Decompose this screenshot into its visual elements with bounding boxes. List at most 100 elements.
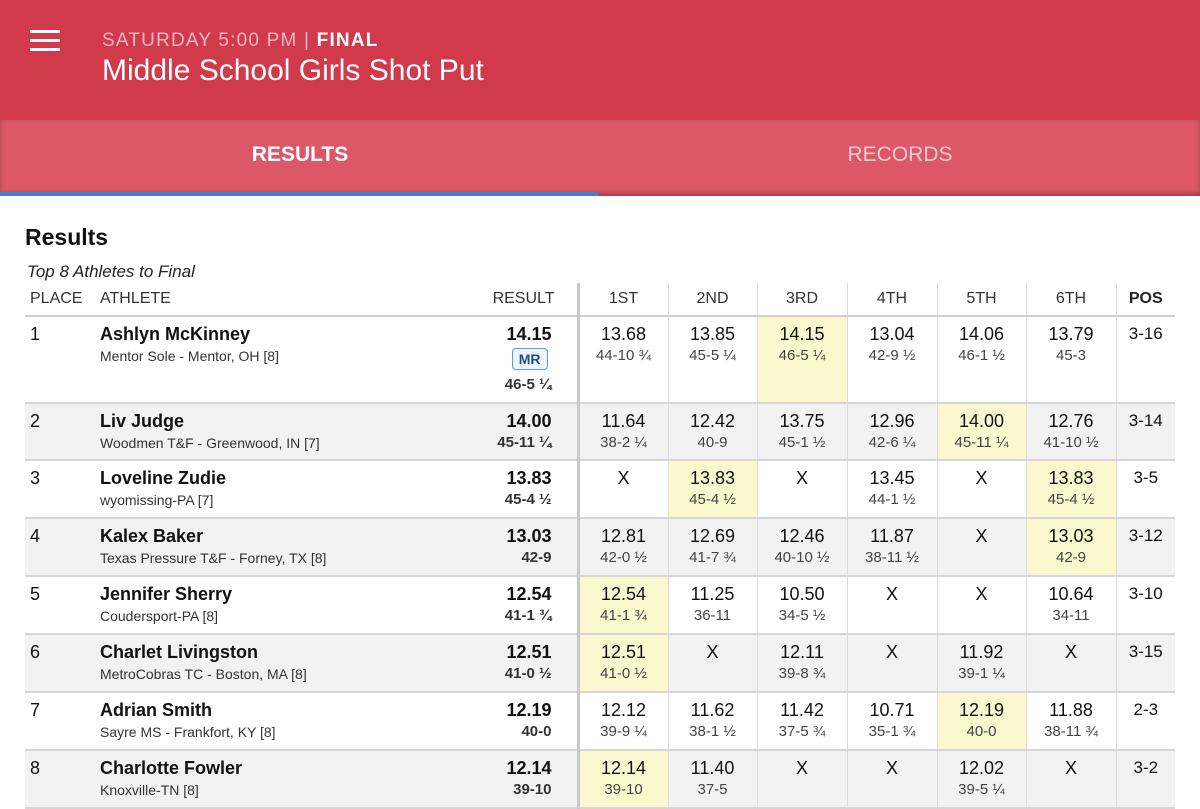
attempt-4-cell: X (846, 576, 937, 635)
attempt-mark: 13.68 (600, 324, 647, 344)
pos-cell: 3-10 (1115, 576, 1175, 635)
table-row[interactable]: 3 Loveline Zudie wyomissing-PA [7] 13.83 45-… (25, 460, 1175, 519)
place-cell: 2 (25, 403, 100, 461)
table-row[interactable]: 2 Liv Judge Woodmen T&F - Greenwood, IN [7… (25, 403, 1175, 461)
athlete-name[interactable]: Jennifer Sherry (100, 584, 410, 605)
attempt-imperial: 45-1 ½ (778, 434, 826, 451)
table-row[interactable]: 1 Ashlyn McKinney Mentor Sole - Mentor, OH… (25, 316, 1175, 404)
place-cell: 8 (25, 750, 100, 809)
attempt-imperial: 34-5 ½ (778, 607, 826, 624)
col-header-result: RESULT (410, 283, 580, 317)
place-cell: 3 (25, 460, 100, 519)
attempt-3-cell: 10.50 34-5 ½ (756, 576, 847, 635)
place-cell: 4 (25, 518, 100, 577)
col-header-4th: 4TH (846, 283, 937, 317)
attempt-5-cell: X (936, 460, 1026, 519)
athlete-name[interactable]: Charlotte Fowler (100, 758, 410, 779)
attempt-imperial: 39-8 ¾ (778, 665, 826, 682)
result-metric: 12.14 (506, 758, 552, 778)
table-row[interactable]: 7 Adrian Smith Sayre MS - Frankfort, KY [8… (25, 692, 1175, 751)
attempt-imperial: 35-1 ¾ (868, 723, 916, 740)
attempt-5-cell: 11.92 39-1 ¼ (936, 634, 1026, 693)
attempt-5-cell: 12.02 39-5 ¼ (936, 750, 1026, 809)
result-cell: 12.14 39-10 (410, 750, 580, 809)
attempt-imperial: 42-9 ½ (868, 347, 916, 364)
attempt-mark: 12.19 (958, 700, 1005, 720)
athlete-name[interactable]: Adrian Smith (100, 700, 410, 721)
athlete-name[interactable]: Charlet Livingston (100, 642, 410, 663)
result-imperial: 42-9 (521, 549, 552, 566)
table-row[interactable]: 6 Charlet Livingston MetroCobras TC - Bost… (25, 634, 1175, 693)
attempt-4-cell: 11.87 38-11 ½ (846, 518, 937, 577)
place-cell: 5 (25, 576, 100, 635)
attempt-mark: 10.64 (1048, 584, 1094, 604)
attempt-6-cell: 13.79 45-3 (1025, 316, 1116, 404)
table-row[interactable]: 8 Charlotte Fowler Knoxville-TN [8] 12.14 39… (25, 750, 1175, 809)
attempt-mark: 13.04 (869, 324, 915, 344)
result-imperial: 45-11 ¼ (497, 434, 552, 451)
athlete-cell: Charlotte Fowler Knoxville-TN [8] (100, 750, 410, 809)
attempt-mark: 12.46 (779, 526, 825, 546)
attempt-1-cell: 13.68 44-10 ¾ (578, 316, 668, 404)
table-row[interactable]: 4 Kalex Baker Texas Pressure T&F - Forney,… (25, 518, 1175, 577)
tab-records[interactable]: RECORDS (600, 120, 1200, 196)
attempt-imperial: 45-3 (1055, 347, 1087, 364)
attempt-5-cell: 14.06 46-1 ½ (936, 316, 1026, 404)
col-header-5th: 5TH (936, 283, 1026, 317)
app-bar: SATURDAY 5:00 PM | FINAL Middle School G… (0, 0, 1200, 120)
attempt-mark: 11.25 (690, 584, 735, 604)
menu-icon[interactable] (30, 30, 60, 54)
attempt-imperial: 39-10 (604, 781, 643, 798)
attempt-mark: 11.40 (690, 758, 735, 778)
athlete-name[interactable]: Liv Judge (100, 411, 410, 432)
pos-cell: 3-12 (1115, 518, 1175, 577)
attempt-3-cell: X (756, 750, 847, 809)
col-header-3rd: 3RD (756, 283, 847, 317)
athlete-cell: Adrian Smith Sayre MS - Frankfort, KY [8] (100, 692, 410, 751)
athlete-name[interactable]: Kalex Baker (100, 526, 410, 547)
pos-cell: 3-14 (1115, 403, 1175, 461)
attempt-mark: X (795, 758, 808, 778)
athlete-name[interactable]: Ashlyn McKinney (100, 324, 410, 345)
attempt-6-cell: 11.88 38-11 ¾ (1025, 692, 1116, 751)
attempt-2-cell: 11.25 36-11 (667, 576, 757, 635)
attempt-mark: 11.88 (1049, 700, 1093, 720)
attempt-mark: 11.92 (959, 642, 1004, 662)
result-cell: 14.00 45-11 ¼ (410, 403, 580, 461)
attempt-mark: 12.42 (689, 411, 736, 431)
attempt-mark: X (885, 642, 898, 662)
event-subtitle: SATURDAY 5:00 PM | FINAL (102, 30, 379, 52)
attempt-imperial: 42-6 ¼ (868, 434, 916, 451)
event-status: FINAL (316, 30, 379, 51)
tab-bar: RESULTS RECORDS (0, 120, 1200, 196)
attempt-4-cell: 13.04 42-9 ½ (846, 316, 937, 404)
attempt-imperial: 40-10 ½ (774, 549, 830, 566)
result-metric: 14.15 (506, 324, 552, 344)
attempt-2-cell: 13.83 45-4 ½ (667, 460, 757, 519)
athlete-team: Mentor Sole - Mentor, OH [8] (100, 348, 279, 364)
attempt-imperial: 41-1 ¾ (600, 607, 647, 624)
attempt-mark: X (1064, 758, 1077, 778)
attempt-1-cell: 12.51 41-0 ½ (578, 634, 668, 693)
athlete-team: Sayre MS - Frankfort, KY [8] (100, 724, 276, 740)
subtitle-separator: | (297, 30, 317, 51)
athlete-name[interactable]: Loveline Zudie (100, 468, 410, 489)
col-header-place: PLACE (25, 283, 100, 317)
attempt-mark: 12.51 (600, 642, 647, 662)
result-metric: 13.83 (506, 468, 552, 488)
col-header-pos: POS (1115, 283, 1175, 317)
attempt-mark: 14.00 (958, 411, 1005, 431)
attempt-imperial: 41-10 ½ (1043, 434, 1099, 451)
attempt-imperial: 44-1 ½ (868, 491, 916, 508)
athlete-cell: Kalex Baker Texas Pressure T&F - Forney, … (100, 518, 410, 577)
athlete-cell: Ashlyn McKinney Mentor Sole - Mentor, OH … (100, 316, 410, 404)
attempt-mark: 12.14 (600, 758, 647, 778)
attempt-mark: X (1064, 642, 1077, 662)
col-header-athlete: ATHLETE (100, 283, 410, 317)
tab-results[interactable]: RESULTS (0, 120, 600, 196)
attempt-6-cell: X (1025, 750, 1116, 809)
attempt-6-cell: X (1025, 634, 1116, 693)
attempt-4-cell: X (846, 750, 937, 809)
athlete-cell: Charlet Livingston MetroCobras TC - Bosto… (100, 634, 410, 693)
table-row[interactable]: 5 Jennifer Sherry Coudersport-PA [8] 12.54 4… (25, 576, 1175, 635)
